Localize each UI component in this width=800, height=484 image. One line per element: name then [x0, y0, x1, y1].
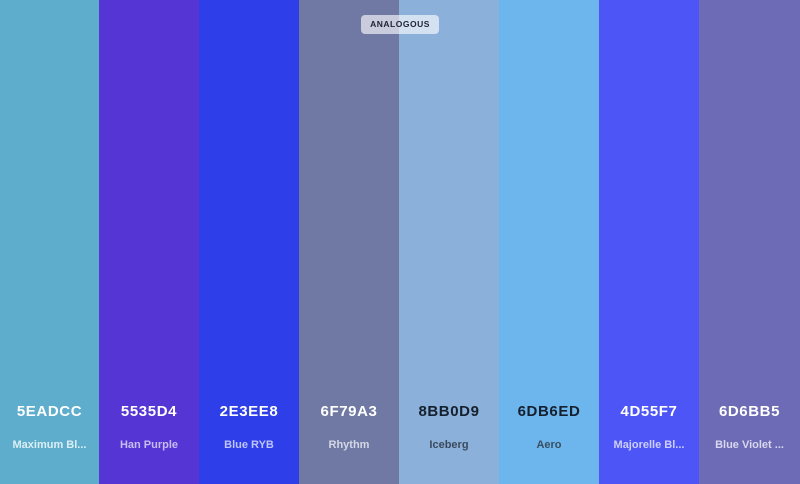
swatch-blue-ryb[interactable]: 2E3EE8 Blue RYB: [199, 0, 299, 484]
swatch-hex-code[interactable]: 4D55F7: [599, 402, 699, 422]
swatch-hex-code[interactable]: 5535D4: [99, 402, 199, 422]
palette-type-badge: ANALOGOUS: [361, 15, 439, 34]
swatch-color-name: Blue Violet ...: [715, 439, 784, 451]
swatch-color-name: Aero: [536, 439, 562, 451]
swatch-hex-code[interactable]: 6DB6ED: [499, 402, 599, 422]
swatch-maximum-blue[interactable]: 5EADCC Maximum Bl...: [0, 0, 99, 484]
swatch-hex-code[interactable]: 6F79A3: [299, 402, 399, 422]
swatch-aero[interactable]: 6DB6ED Aero: [499, 0, 599, 484]
swatch-color-name: Han Purple: [119, 439, 179, 451]
swatch-blue-violet[interactable]: 6D6BB5 Blue Violet ...: [699, 0, 800, 484]
color-palette: 5EADCC Maximum Bl... 5535D4 Han Purple 2…: [0, 0, 800, 484]
swatch-hex-code[interactable]: 5EADCC: [0, 402, 99, 422]
swatch-han-purple[interactable]: 5535D4 Han Purple: [99, 0, 199, 484]
swatch-color-name: Maximum Bl...: [12, 439, 87, 451]
swatch-hex-code[interactable]: 2E3EE8: [199, 402, 299, 422]
swatch-color-name: Rhythm: [328, 439, 370, 451]
swatch-iceberg[interactable]: 8BB0D9 Iceberg: [399, 0, 499, 484]
swatch-hex-code[interactable]: 8BB0D9: [399, 402, 499, 422]
swatch-hex-code[interactable]: 6D6BB5: [699, 402, 800, 422]
swatch-majorelle-blue[interactable]: 4D55F7 Majorelle Bl...: [599, 0, 699, 484]
swatch-color-name: Majorelle Bl...: [613, 439, 685, 451]
swatch-color-name: Blue RYB: [224, 439, 274, 451]
swatch-rhythm[interactable]: 6F79A3 Rhythm: [299, 0, 399, 484]
swatch-color-name: Iceberg: [429, 439, 469, 451]
